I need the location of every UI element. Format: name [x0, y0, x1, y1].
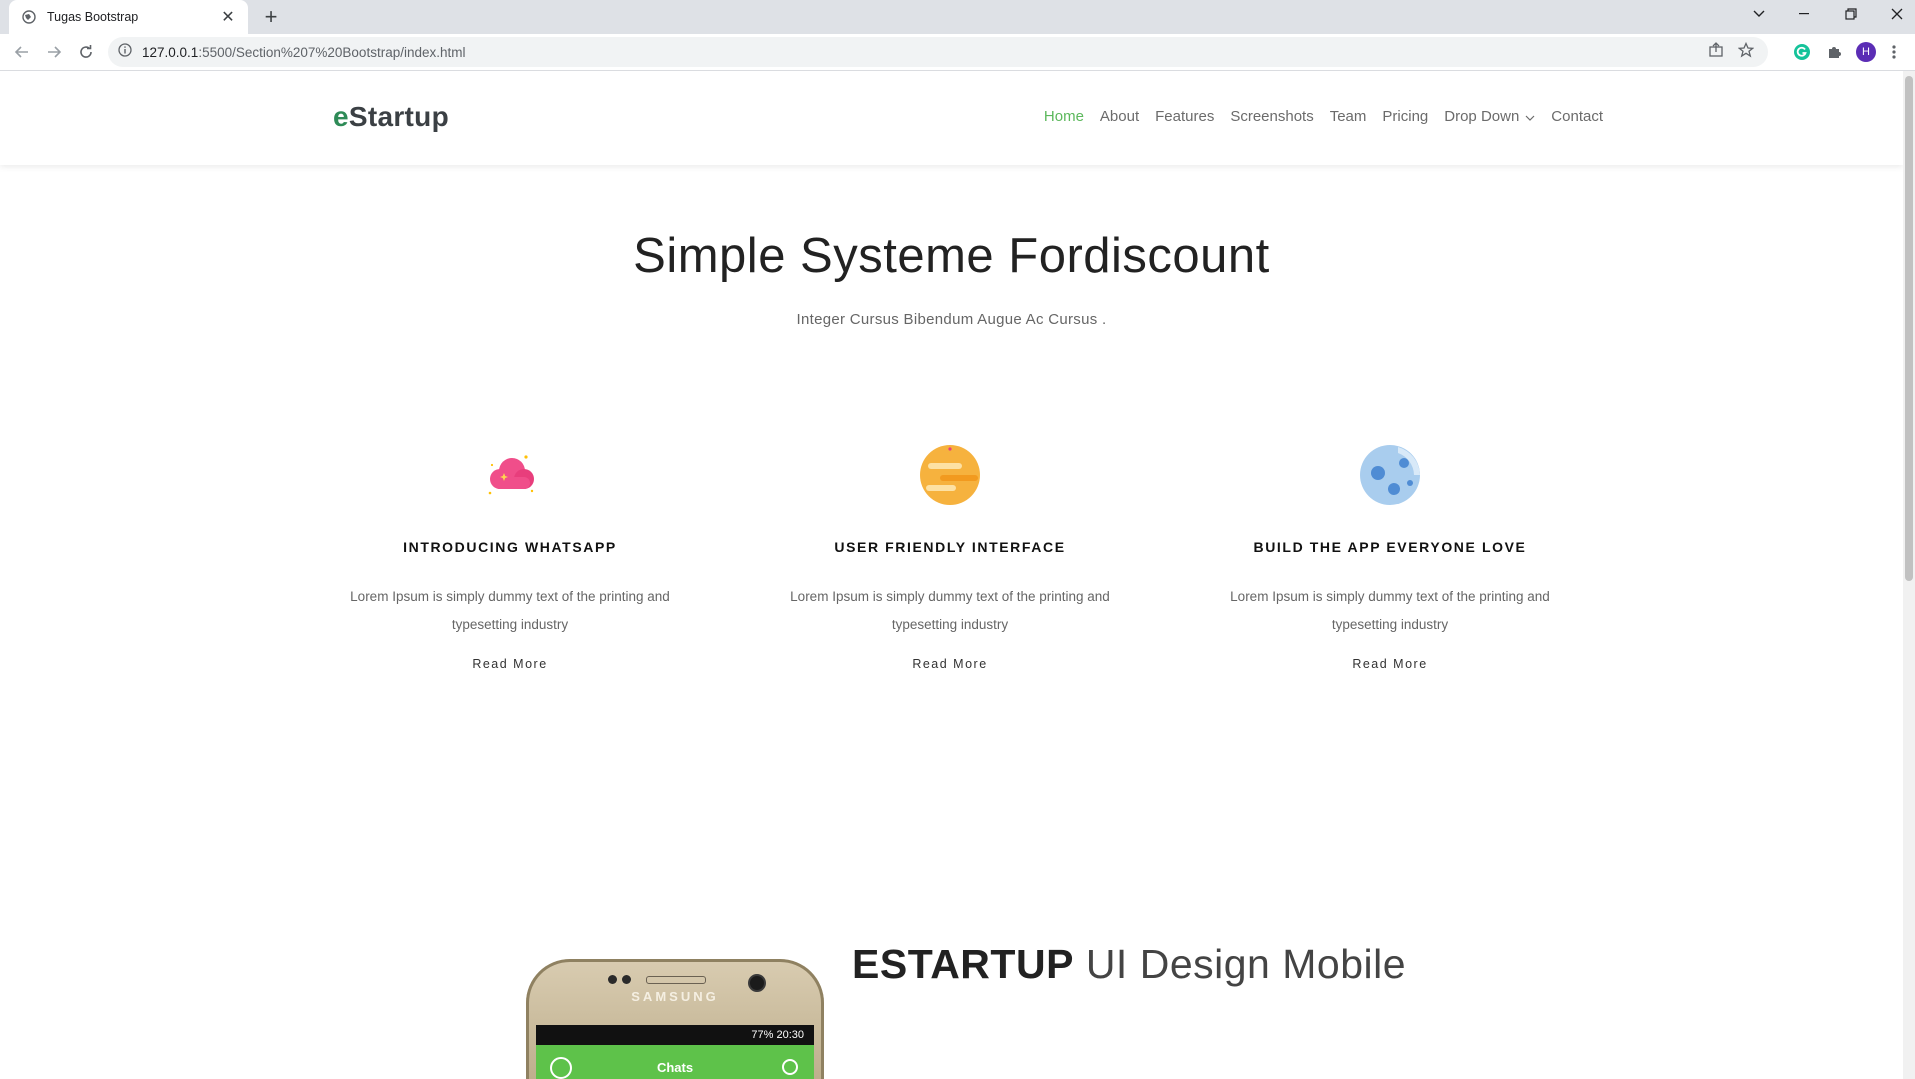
new-tab-button[interactable]: + — [258, 4, 284, 30]
url-host: 127.0.0.1 — [142, 44, 199, 60]
address-bar[interactable]: 127.0.0.1:5500/Section%207%20Bootstrap/i… — [108, 37, 1768, 67]
nav-team[interactable]: Team — [1330, 108, 1367, 125]
phone-app-title: Chats — [656, 1059, 694, 1075]
nav-dropdown[interactable]: Drop Down — [1444, 108, 1535, 125]
profile-avatar[interactable]: H — [1854, 40, 1878, 64]
browser-tab-bar: Tugas Bootstrap ✕ + — [0, 0, 1915, 34]
phone-sensor — [622, 975, 631, 984]
restore-icon[interactable] — [1836, 0, 1866, 28]
chevron-down-icon — [1525, 108, 1535, 125]
close-tab-icon[interactable]: ✕ — [220, 7, 236, 27]
url-text: 127.0.0.1:5500/Section%207%20Bootstrap/i… — [142, 45, 466, 60]
logo-rest: Startup — [348, 101, 449, 132]
hero-title: Simple Systeme Fordiscount — [633, 229, 1270, 283]
info-icon[interactable] — [118, 42, 132, 62]
phone-sensor — [608, 975, 617, 984]
feature-title: USER FRIENDLY INTERFACE — [834, 539, 1066, 555]
site-logo[interactable]: eStartup — [333, 101, 449, 133]
feature-text: Lorem Ipsum is simply dummy text of the … — [350, 589, 670, 632]
url-path: :5500/Section%207%20Bootstrap/index.html — [198, 44, 466, 60]
share-icon[interactable] — [1708, 42, 1724, 63]
read-more-link[interactable]: Read More — [912, 657, 987, 671]
phone-brand: SAMSUNG — [631, 989, 719, 1004]
main-nav: Home About Features Screenshots Team Pri… — [1044, 108, 1603, 125]
phone-app-bar: Chats — [536, 1045, 814, 1079]
tab-title: Tugas Bootstrap — [47, 10, 139, 24]
bookmark-star-icon[interactable] — [1737, 41, 1755, 63]
minimize-icon[interactable] — [1790, 0, 1820, 28]
feature-card: BUILD THE APP EVERYONE LOVE Lorem Ipsum … — [1200, 443, 1580, 673]
section-title: ESTARTUP UI Design Mobile — [852, 941, 1406, 988]
page-scrollbar[interactable] — [1903, 71, 1915, 1079]
page-viewport: eStartup Home About Features Screenshots… — [0, 71, 1903, 1079]
cloud-icon — [478, 443, 542, 507]
nav-contact[interactable]: Contact — [1551, 108, 1603, 125]
browser-tab[interactable]: Tugas Bootstrap ✕ — [9, 0, 248, 34]
grammarly-icon[interactable] — [1790, 40, 1814, 64]
nav-about[interactable]: About — [1100, 108, 1139, 125]
feature-card: USER FRIENDLY INTERFACE Lorem Ipsum is s… — [760, 443, 1140, 673]
nav-features[interactable]: Features — [1155, 108, 1214, 125]
feature-title: INTRODUCING WHATSAPP — [403, 539, 617, 555]
forward-icon[interactable] — [42, 40, 66, 64]
feature-title: BUILD THE APP EVERYONE LOVE — [1253, 539, 1527, 555]
hero-subtitle: Integer Cursus Bibendum Augue Ac Cursus … — [796, 311, 1107, 328]
tab-search-icon[interactable] — [1745, 0, 1773, 28]
nav-home[interactable]: Home — [1044, 108, 1084, 125]
menu-badge-icon — [550, 1057, 572, 1079]
extensions-puzzle-icon[interactable] — [1822, 40, 1846, 64]
nav-screenshots[interactable]: Screenshots — [1230, 108, 1313, 125]
scrollbar-thumb[interactable] — [1905, 76, 1913, 581]
search-icon — [782, 1059, 798, 1075]
planet-icon — [918, 443, 982, 507]
site-navbar: eStartup Home About Features Screenshots… — [0, 71, 1903, 165]
section-title-bold: ESTARTUP — [852, 941, 1074, 987]
phone-status-bar: 77% 20:30 — [751, 1029, 804, 1041]
feature-card: INTRODUCING WHATSAPP Lorem Ipsum is simp… — [320, 443, 700, 673]
phone-screen: 77% 20:30 Chats — [536, 1025, 814, 1079]
back-icon[interactable] — [10, 40, 34, 64]
feature-text: Lorem Ipsum is simply dummy text of the … — [1230, 589, 1550, 632]
read-more-link[interactable]: Read More — [1352, 657, 1427, 671]
globe-icon — [21, 9, 37, 25]
section-title-light: UI Design Mobile — [1085, 941, 1407, 987]
kebab-menu-icon[interactable] — [1886, 40, 1902, 64]
moon-icon — [1358, 443, 1422, 507]
close-window-icon[interactable] — [1882, 0, 1912, 28]
avatar: H — [1856, 42, 1876, 62]
nav-dropdown-label: Drop Down — [1444, 108, 1520, 125]
reload-icon[interactable] — [74, 40, 98, 64]
nav-pricing[interactable]: Pricing — [1382, 108, 1428, 125]
read-more-link[interactable]: Read More — [472, 657, 547, 671]
phone-mockup: SAMSUNG 77% 20:30 Chats — [526, 959, 824, 1079]
logo-e: e — [333, 101, 349, 132]
phone-speaker — [646, 976, 706, 984]
browser-toolbar: 127.0.0.1:5500/Section%207%20Bootstrap/i… — [0, 34, 1915, 71]
feature-text: Lorem Ipsum is simply dummy text of the … — [790, 589, 1110, 632]
